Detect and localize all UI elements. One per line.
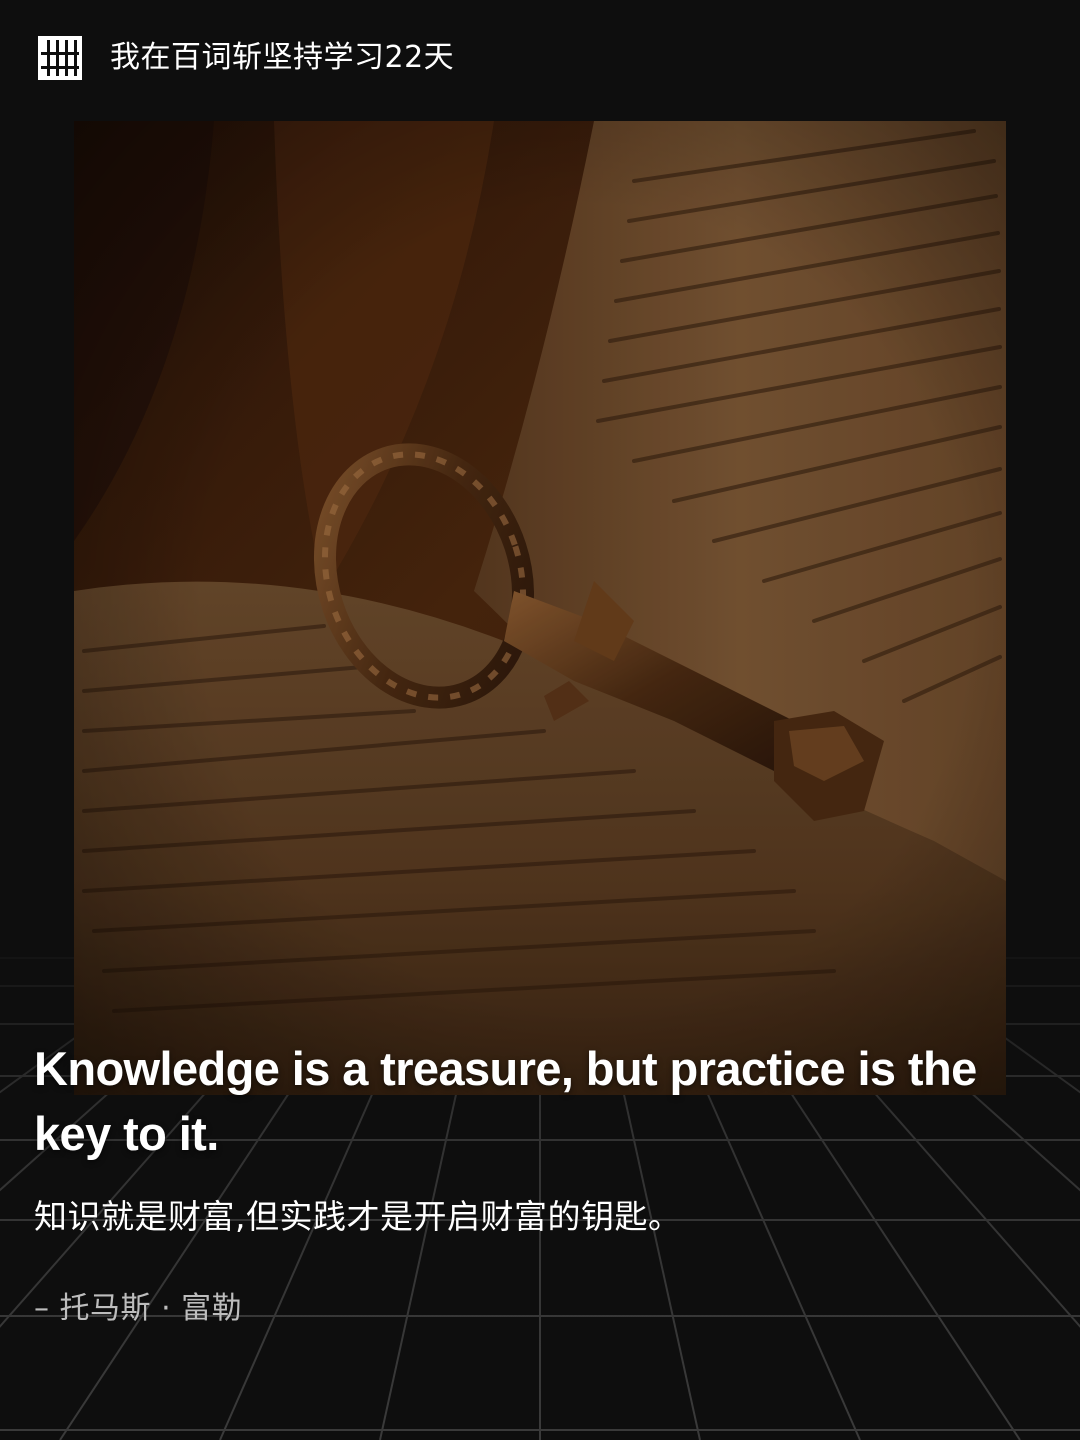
header: 我在百词斩坚持学习22天 (38, 36, 454, 80)
quote-chinese: 知识就是财富,但实践才是开启财富的钥匙。 (34, 1197, 682, 1236)
quote-english: Knowledge is a treasure, but practice is… (34, 1042, 977, 1160)
study-days-text: 我在百词斩坚持学习22天 (110, 40, 455, 75)
key-on-book-photo (74, 121, 1006, 1095)
baicizhan-logo-icon (38, 36, 82, 80)
quote-author: – 托马斯 · 富勒 (34, 1291, 243, 1326)
share-card: 我在百词斩坚持学习22天 Knowledge is a treasure, bu… (0, 0, 1080, 1440)
